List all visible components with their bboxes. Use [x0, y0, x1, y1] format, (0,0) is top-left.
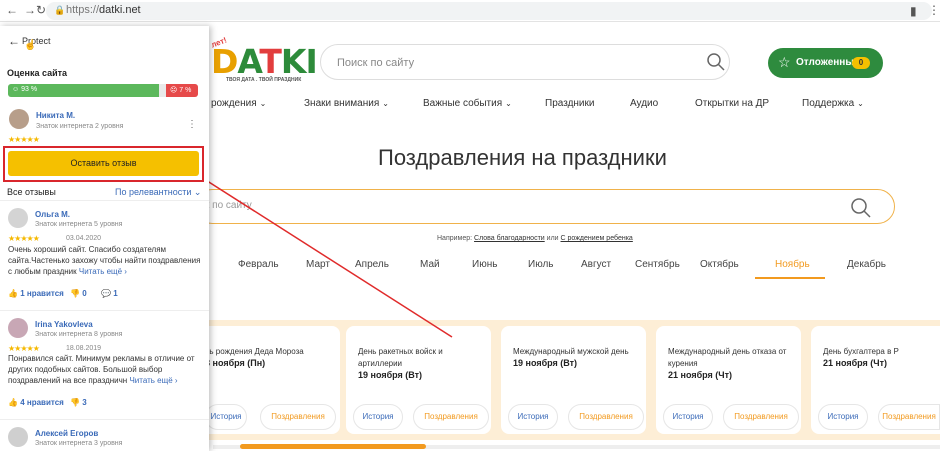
reviewer-name[interactable]: Ольга М.: [35, 210, 70, 219]
divider: [0, 200, 209, 201]
dislike-button[interactable]: 👎 3: [70, 398, 87, 407]
more-options-icon[interactable]: ⋮: [187, 119, 197, 130]
chevron-down-icon: ⌄: [193, 187, 202, 197]
divider: [0, 310, 209, 311]
thumbs-up-icon: 👍: [8, 398, 18, 407]
user-level: Знаток интернета 2 уровня: [36, 123, 124, 130]
sort-label: По релевантности: [115, 187, 192, 197]
thumbs-down-icon: 👎: [70, 398, 80, 407]
rating-bad-value: ☹ 7 %: [170, 86, 191, 94]
avatar: [9, 109, 29, 129]
thumbs-down-icon: 👎: [70, 289, 80, 298]
leave-review-button[interactable]: Оставить отзыв: [8, 151, 199, 176]
good-pct: 93 %: [21, 86, 38, 93]
chevron-right-icon: ›: [174, 376, 178, 385]
bad-pct: 7 %: [179, 87, 192, 94]
rating-good-value: ☺ 93 %: [12, 86, 37, 93]
avatar: [8, 208, 28, 228]
all-reviews-label: Все отзывы: [7, 187, 56, 197]
reviewer-level: Знаток интернета 8 уровня: [35, 331, 123, 338]
like-button[interactable]: 👍 1 нравится: [8, 289, 64, 298]
avatar: [8, 427, 28, 447]
site-rating-heading: Оценка сайта: [7, 68, 68, 78]
read-more-link[interactable]: Читать ещё: [79, 267, 122, 276]
user-rating-stars[interactable]: ★★★★★: [8, 135, 40, 144]
sad-icon: ☹: [170, 87, 178, 94]
dislike-button[interactable]: 👎 0: [70, 289, 87, 298]
avatar: [8, 318, 28, 338]
sort-dropdown[interactable]: По релевантности ⌄: [115, 187, 201, 198]
smile-icon: ☺: [12, 86, 20, 93]
review-date: 03.04.2020: [66, 235, 102, 242]
comments-button[interactable]: 💬 1: [101, 289, 118, 298]
review-stars: ★★★★★: [8, 234, 40, 243]
review-stars: ★★★★★: [8, 344, 40, 353]
read-more-link[interactable]: Читать ещё: [129, 376, 172, 385]
reviewer-name[interactable]: Irina Yakovleva: [35, 320, 93, 329]
review-text: Очень хороший сайт. Спасибо создателям с…: [8, 244, 204, 277]
reviewer-level: Знаток интернета 3 уровня: [35, 440, 123, 447]
dislike-count: 3: [82, 398, 87, 407]
like-count: 1 нравится: [20, 289, 64, 298]
back-arrow-icon[interactable]: ←: [8, 34, 20, 48]
dislike-count: 0: [82, 289, 87, 298]
user-name[interactable]: Никита М.: [36, 111, 75, 120]
reviewer-name[interactable]: Алексей Егоров: [35, 429, 98, 438]
comment-icon: 💬: [101, 289, 111, 298]
thumbs-up-icon: 👍: [8, 289, 18, 298]
reviewer-level: Знаток интернета 5 уровня: [35, 221, 123, 228]
review-date: 18.08.2019: [66, 345, 102, 352]
review-text: Понравился сайт. Минимум рекламы в отлич…: [8, 353, 204, 386]
cursor-icon: ☝: [24, 40, 37, 51]
comment-count: 1: [113, 289, 118, 298]
chevron-right-icon: ›: [124, 267, 127, 276]
divider: [0, 419, 209, 420]
like-count: 4 нравится: [20, 398, 64, 407]
like-button[interactable]: 👍 4 нравится: [8, 398, 64, 407]
